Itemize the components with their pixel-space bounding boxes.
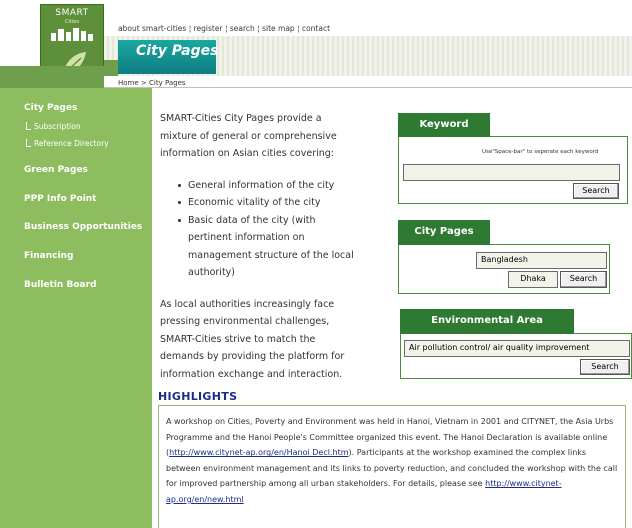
top-navigation: about smart-cities ¦ register ¦ search ¦… [118,24,330,33]
city-select[interactable]: Dhaka [508,271,558,288]
nav-search-link[interactable]: search [230,24,255,33]
intro-section: SMART-Cities City Pages provide a mixtur… [160,110,360,383]
hanoi-declaration-link[interactable]: http://www.citynet-ap.org/en/Hanoi Decl.… [169,448,348,457]
intro-bullet-list: General information of the city Economic… [178,177,360,282]
nav-separator: ¦ [186,24,194,33]
sidebar-item-business-opportunities[interactable]: Business Opportunities [24,222,142,232]
tree-branch-icon [26,139,31,147]
city-pages-panel-title: City Pages [398,220,490,245]
breadcrumb-current: City Pages [149,79,186,87]
sidebar-item-green-pages[interactable]: Green Pages [24,165,88,175]
highlights-text: A workshop on Cities, Poverty and Enviro… [166,414,620,508]
keyword-search-button[interactable]: Search [573,183,619,199]
sidebar-item-financing[interactable]: Financing [24,251,73,261]
logo-subtext: Cities [65,19,79,25]
nav-sitemap-link[interactable]: site map [262,24,295,33]
buildings-icon [51,28,93,41]
nav-register-link[interactable]: register [194,24,223,33]
nav-separator: ¦ [254,24,263,33]
sidebar-item-label: Reference Directory [34,139,109,148]
sidebar [0,88,152,528]
sidebar-item-subscription[interactable]: Subscription [26,122,81,131]
country-select[interactable]: Bangladesh [476,252,607,269]
list-item: Economic vitality of the city [178,194,360,212]
sidebar-item-reference-directory[interactable]: Reference Directory [26,139,109,148]
nav-separator: ¦ [294,24,302,33]
nav-separator: ¦ [222,24,230,33]
breadcrumb: Home > City Pages [118,79,186,87]
sidebar-item-label: Subscription [34,122,81,131]
header-left-fill [0,66,104,88]
breadcrumb-home-link[interactable]: Home [118,79,139,87]
environmental-area-panel-title: Environmental Area [400,309,574,334]
environmental-search-button[interactable]: Search [580,359,630,375]
intro-paragraph: As local authorities increasingly face p… [160,298,345,380]
tree-branch-icon [26,122,31,130]
list-item: Basic data of the city (with pertinent i… [178,212,360,282]
nav-contact-link[interactable]: contact [302,24,330,33]
city-search-button[interactable]: Search [560,271,607,288]
highlights-heading: HIGHLIGHTS [158,390,238,403]
nav-about-link[interactable]: about smart-cities [118,24,186,33]
intro-paragraph: SMART-Cities City Pages provide a mixtur… [160,113,337,159]
banner-accent [104,60,118,76]
sidebar-item-ppp-info-point[interactable]: PPP Info Point [24,194,96,204]
logo-text: SMART [55,8,89,18]
keyword-hint: Use"Space-bar" to seperate each keyword [482,149,599,155]
sidebar-item-bulletin-board[interactable]: Bulletin Board [24,280,96,290]
keyword-input[interactable] [403,164,620,181]
keyword-panel-title: Keyword [398,113,490,137]
header-divider [104,87,632,88]
sidebar-item-city-pages[interactable]: City Pages [24,103,77,113]
environmental-area-select[interactable]: Air pollution control/ air quality impro… [404,340,630,357]
page-banner-title: City Pages [136,43,219,59]
breadcrumb-separator: > [138,79,149,87]
list-item: General information of the city [178,177,360,195]
